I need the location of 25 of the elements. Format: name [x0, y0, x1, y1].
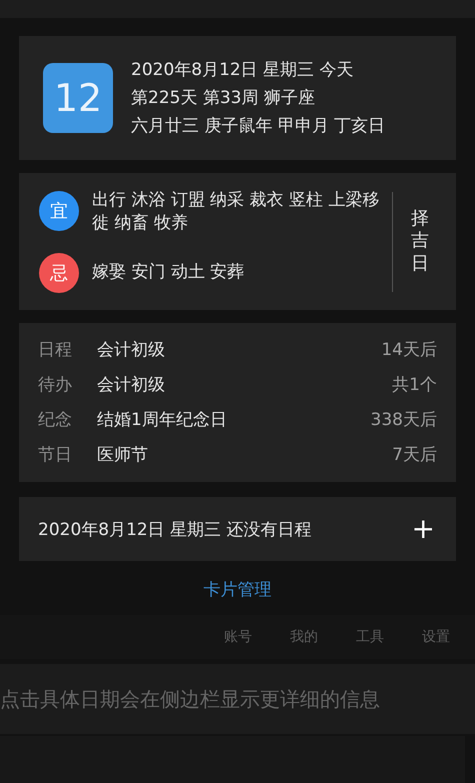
event-title[interactable]: 会计初级 — [97, 339, 382, 361]
manage-cards-link[interactable]: 卡片管理 — [204, 578, 272, 601]
add-button[interactable]: + — [410, 515, 437, 543]
event-title[interactable]: 结婚1周年纪念日 — [97, 409, 371, 431]
event-time: 14天后 — [381, 339, 437, 361]
almanac-badge: 忌 — [39, 252, 79, 292]
day-badge: 12 — [43, 63, 113, 133]
date-info-text: 第225天 第33周 狮子座 — [131, 87, 316, 110]
pick-day-button[interactable]: 择吉日 — [392, 192, 436, 292]
event-title[interactable]: 会计初级 — [97, 374, 392, 396]
hint-text: 点击具体日期会在侧边栏显示更详细的信息 — [0, 686, 380, 712]
event-title[interactable]: 医师节 — [97, 444, 392, 466]
almanac-text: 出行 沐浴 订盟 纳采 裁衣 竖柱 上梁移徙 纳畜 牧养 — [92, 188, 380, 234]
date-info-text: 2020年8月12日 星期三 今天 — [131, 59, 355, 82]
event-category: 节日 — [38, 444, 73, 466]
date-info-text: 六月廿三 庚子鼠年 甲申月 丁亥日 — [131, 115, 386, 138]
almanac-text: 嫁娶 安门 动土 安葬 — [92, 261, 246, 284]
event-category: 待办 — [38, 374, 73, 396]
event-time: 共1个 — [392, 374, 437, 396]
event-category: 纪念 — [38, 409, 73, 431]
almanac-badge: 宜 — [39, 190, 79, 230]
event-time: 7天后 — [392, 444, 437, 466]
event-category: 日程 — [38, 339, 73, 361]
event-time: 338天后 — [370, 409, 437, 431]
schedule-text: 2020年8月12日 星期三 还没有日程 — [38, 518, 312, 540]
